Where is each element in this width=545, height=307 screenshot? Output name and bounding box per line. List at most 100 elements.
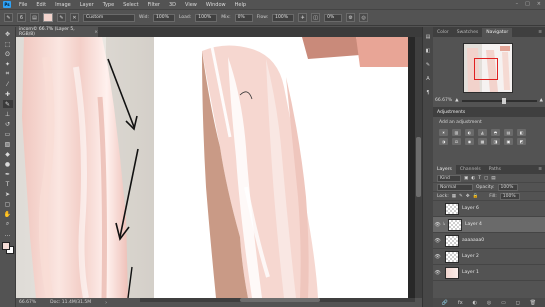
- brush-icon[interactable]: ✎: [4, 13, 13, 22]
- panel-menu-icon[interactable]: ≡: [538, 30, 545, 35]
- lock-all-icon[interactable]: 🔒: [473, 194, 479, 199]
- navigator-zoom-value[interactable]: 66.67%: [435, 98, 452, 103]
- blend-mode-dropdown[interactable]: Normal: [437, 183, 473, 191]
- gradient-map-icon[interactable]: ◩: [517, 138, 526, 145]
- layer-style-icon[interactable]: fx: [458, 300, 463, 306]
- opacity-field[interactable]: 100%: [497, 183, 518, 191]
- menu-layer[interactable]: Layer: [80, 2, 94, 8]
- load-brush-icon[interactable]: ✎: [57, 13, 66, 22]
- photo-filter-icon[interactable]: ⚖: [452, 138, 461, 145]
- flow-field[interactable]: 100%: [272, 13, 295, 22]
- horizontal-scroll-thumb[interactable]: [240, 298, 320, 302]
- airbrush-icon[interactable]: ✈: [298, 13, 308, 22]
- filter-pixel-icon[interactable]: ▣: [464, 176, 468, 181]
- paragraph-icon[interactable]: ¶: [425, 89, 432, 96]
- dodge-tool-icon[interactable]: ●: [3, 160, 13, 168]
- layer-row[interactable]: 👁 Layer 2: [433, 249, 545, 265]
- eye-icon[interactable]: 👁: [433, 270, 442, 276]
- mix-field[interactable]: 0%: [234, 13, 253, 22]
- quick-select-tool-icon[interactable]: ✦: [3, 60, 13, 68]
- document-tab[interactable]: incorn© 66.7% (Layer 5, RGB/8) ×: [16, 27, 98, 37]
- marquee-tool-icon[interactable]: ⬚: [3, 40, 13, 48]
- curves-icon[interactable]: ◐: [465, 129, 474, 136]
- menu-filter[interactable]: Filter: [148, 2, 160, 8]
- kind-filter-dropdown[interactable]: Kind: [437, 174, 461, 182]
- tab-navigator[interactable]: Navigator: [482, 28, 513, 37]
- move-tool-icon[interactable]: ✥: [3, 30, 13, 38]
- filter-shape-icon[interactable]: ▢: [484, 176, 488, 181]
- close-tab-icon[interactable]: ×: [94, 30, 98, 35]
- lock-pixels-icon[interactable]: ▦: [452, 194, 456, 199]
- crop-tool-icon[interactable]: ⌗: [3, 70, 13, 78]
- trash-icon[interactable]: 🗑: [530, 300, 536, 306]
- brush-preset-picker[interactable]: 6: [17, 13, 26, 22]
- healing-tool-icon[interactable]: ✚: [3, 90, 13, 98]
- pressure-icon[interactable]: ◎: [359, 13, 369, 22]
- brush-tool-icon[interactable]: ✎: [2, 100, 13, 108]
- exposure-icon[interactable]: ◭: [478, 129, 487, 136]
- vertical-scrollbar[interactable]: [415, 37, 422, 298]
- blur-tool-icon[interactable]: ◆: [3, 150, 13, 158]
- menu-file[interactable]: File: [19, 2, 27, 8]
- zoom-readout[interactable]: 66.67%: [19, 300, 36, 305]
- menu-view[interactable]: View: [185, 2, 197, 8]
- eye-icon[interactable]: 👁: [433, 254, 442, 260]
- layers-menu-icon[interactable]: ≡: [538, 167, 545, 172]
- more-tools-icon[interactable]: …: [3, 230, 13, 238]
- color-swatches[interactable]: [1, 242, 14, 254]
- new-group-icon[interactable]: ▭: [501, 300, 506, 306]
- type-tool-icon[interactable]: T: [3, 180, 13, 188]
- layer-row[interactable]: 👁 ↳ Layer 4: [433, 217, 545, 233]
- filter-adjustment-icon[interactable]: ◐: [471, 176, 475, 181]
- new-layer-icon[interactable]: ◻: [516, 300, 520, 306]
- brush-settings-icon[interactable]: ✎: [425, 61, 432, 68]
- posterize-icon[interactable]: ▣: [504, 138, 513, 145]
- minimize-icon[interactable]: –: [516, 1, 519, 7]
- status-menu-icon[interactable]: ›: [105, 300, 107, 306]
- artwork-canvas[interactable]: [16, 37, 415, 298]
- hand-tool-icon[interactable]: ✋: [3, 210, 13, 218]
- tab-color[interactable]: Color: [433, 28, 453, 37]
- preset-dropdown[interactable]: Custom: [83, 13, 135, 22]
- horizontal-scrollbar[interactable]: [140, 298, 415, 302]
- character-icon[interactable]: A: [425, 75, 432, 82]
- tab-channels[interactable]: Channels: [456, 165, 485, 174]
- zoom-tool-icon[interactable]: ⌕: [3, 220, 13, 228]
- fill-field[interactable]: 100%: [499, 192, 520, 200]
- menu-type[interactable]: Type: [103, 2, 114, 8]
- hue-saturation-icon[interactable]: ▤: [504, 129, 513, 136]
- eraser-tool-icon[interactable]: ▭: [3, 130, 13, 138]
- layer-row[interactable]: 👁 Layer 1: [433, 265, 545, 281]
- navigator-view-box[interactable]: [474, 58, 498, 80]
- filter-smart-icon[interactable]: ▤: [491, 176, 495, 181]
- tab-swatches[interactable]: Swatches: [453, 28, 483, 37]
- history-icon[interactable]: ▤: [425, 33, 432, 40]
- layer-row[interactable]: 👁 aaaaaaa0: [433, 233, 545, 249]
- lock-paint-icon[interactable]: ✎: [459, 194, 463, 199]
- menu-3d[interactable]: 3D: [169, 2, 176, 8]
- adjustments-title[interactable]: Adjustments: [437, 110, 465, 115]
- sample-all-icon[interactable]: ◫: [311, 13, 321, 22]
- eyedropper-tool-icon[interactable]: ⁄: [3, 80, 13, 88]
- menu-help[interactable]: Help: [235, 2, 246, 8]
- history-brush-tool-icon[interactable]: ↺: [3, 120, 13, 128]
- zoom-slider-knob[interactable]: [501, 97, 506, 104]
- brush-panel-icon[interactable]: ▤: [30, 13, 39, 22]
- layer-row[interactable]: Layer 6: [433, 201, 545, 217]
- adjustment-layer-icon[interactable]: ◐: [473, 300, 477, 306]
- channel-mixer-icon[interactable]: ◉: [465, 138, 474, 145]
- eye-icon[interactable]: 👁: [433, 238, 442, 244]
- vibrance-icon[interactable]: ◓: [491, 129, 500, 136]
- clean-brush-icon[interactable]: ✕: [70, 13, 79, 22]
- color-balance-icon[interactable]: ◧: [517, 129, 526, 136]
- menu-select[interactable]: Select: [123, 2, 138, 8]
- menu-edit[interactable]: Edit: [36, 2, 46, 8]
- filter-type-icon[interactable]: T: [478, 176, 481, 181]
- link-layers-icon[interactable]: 🔗: [442, 300, 448, 306]
- close-icon[interactable]: ×: [537, 1, 541, 7]
- invert-icon[interactable]: ◨: [491, 138, 500, 145]
- levels-icon[interactable]: ▥: [452, 129, 461, 136]
- gradient-tool-icon[interactable]: ▧: [3, 140, 13, 148]
- lock-move-icon[interactable]: ✥: [466, 194, 470, 199]
- shape-tool-icon[interactable]: ▢: [3, 200, 13, 208]
